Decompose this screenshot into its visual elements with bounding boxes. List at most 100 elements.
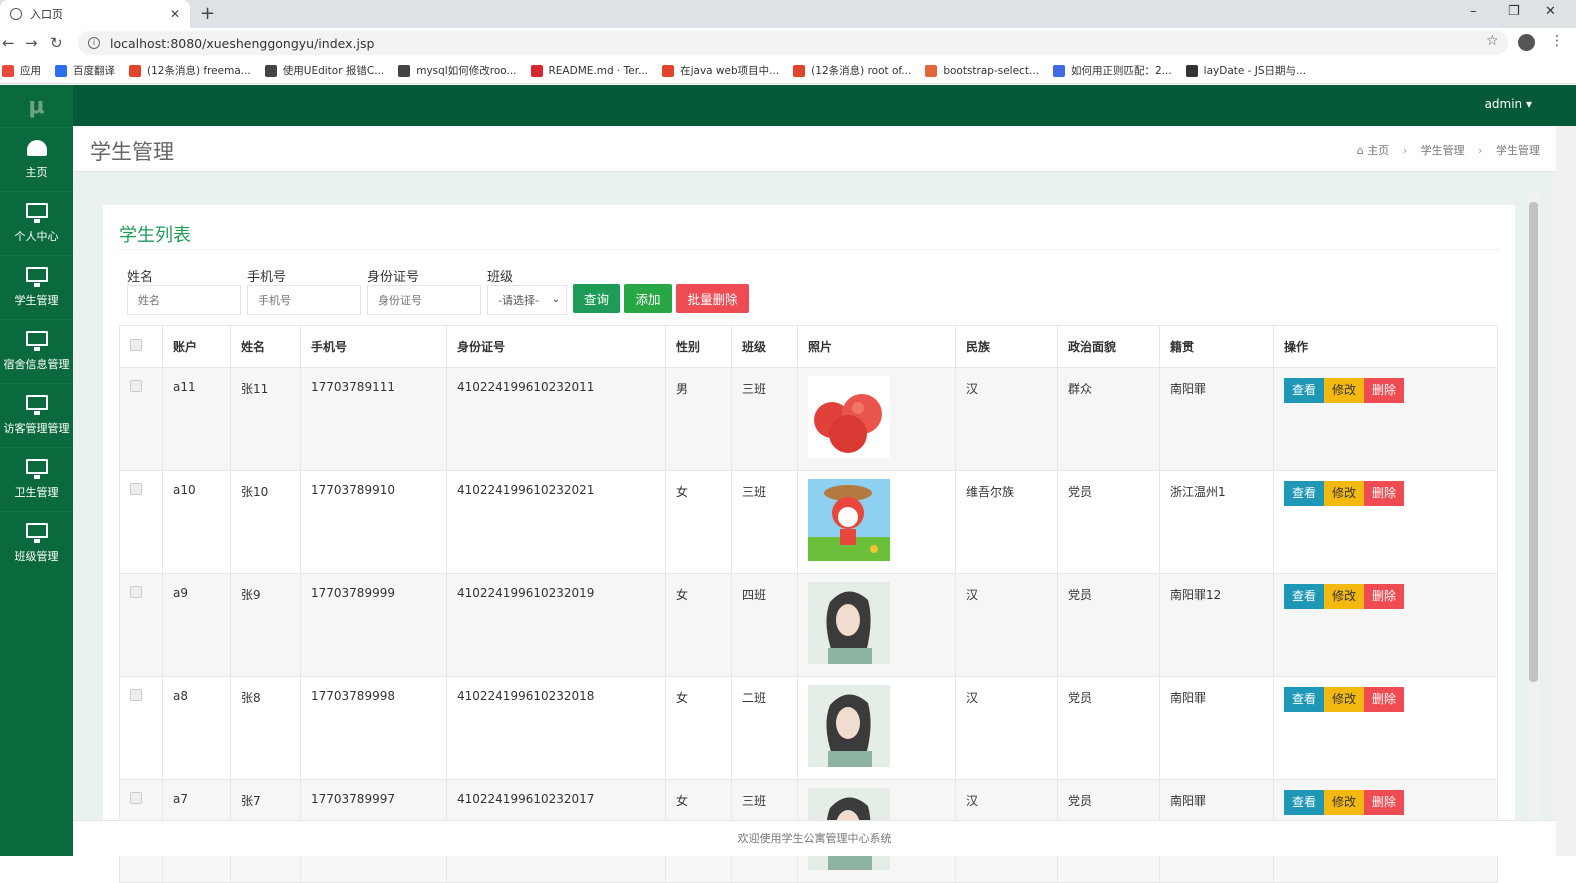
checkbox-cell xyxy=(119,676,163,780)
cell-political: 党员 xyxy=(1057,573,1160,677)
name-input[interactable] xyxy=(127,285,241,315)
bookmark-item[interactable]: 百度翻译 xyxy=(55,63,115,78)
delete-button[interactable]: 删除 xyxy=(1364,481,1405,506)
bookmark-label: 如何用正则匹配：2... xyxy=(1070,65,1172,77)
row-checkbox[interactable] xyxy=(130,586,142,598)
row-checkbox[interactable] xyxy=(130,483,142,495)
content-scrollbar-thumb[interactable] xyxy=(1529,202,1538,682)
bookmark-item[interactable]: 在java web项目中... xyxy=(662,63,779,78)
tab-title: 入口页 xyxy=(30,8,63,21)
profile-avatar-icon[interactable] xyxy=(1518,34,1535,51)
column-header: 账户 xyxy=(162,325,231,368)
monitor-icon xyxy=(25,523,48,543)
table-row: a10 张10 17703789910 410224199610232021 女三班 维吾… xyxy=(119,470,1498,574)
page-scrollbar[interactable] xyxy=(1556,126,1576,856)
batch-delete-button[interactable]: 批量删除 xyxy=(676,284,749,313)
monitor-icon xyxy=(25,331,48,351)
bookmark-favicon-icon xyxy=(925,64,938,77)
phone-input[interactable] xyxy=(247,285,361,315)
view-button[interactable]: 查看 xyxy=(1284,687,1325,712)
footer: 欢迎使用学生公寓管理中心系统 xyxy=(73,820,1556,856)
breadcrumb-module[interactable]: 学生管理 xyxy=(1421,144,1465,157)
breadcrumb: ⌂ 主页 › 学生管理 › 学生管理 xyxy=(1356,144,1540,157)
edit-button[interactable]: 修改 xyxy=(1324,378,1365,403)
new-tab-button[interactable]: + xyxy=(200,3,215,24)
portrait-photo xyxy=(808,582,890,664)
tab-close-icon[interactable]: ✕ xyxy=(170,7,180,21)
cell-id: 410224199610232021 xyxy=(446,470,666,574)
bookmark-item[interactable]: bootstrap-select... xyxy=(925,64,1039,77)
column-header: 身份证号 xyxy=(446,325,666,368)
sidebar-item-3[interactable]: 宿舍信息管理 xyxy=(0,319,73,383)
user-menu[interactable]: admin ▾ xyxy=(1485,97,1532,111)
bookmark-item[interactable]: mysql如何修改roo... xyxy=(398,63,517,78)
sidebar-item-label: 个人中心 xyxy=(14,230,59,243)
cell-ethnic: 汉 xyxy=(955,573,1058,677)
view-button[interactable]: 查看 xyxy=(1284,790,1325,815)
row-checkbox[interactable] xyxy=(130,689,142,701)
delete-button[interactable]: 删除 xyxy=(1364,584,1405,609)
window-close-icon[interactable]: ✕ xyxy=(1545,4,1556,19)
view-button[interactable]: 查看 xyxy=(1284,481,1325,506)
sidebar-item-0[interactable]: 主页 xyxy=(0,127,73,191)
edit-button[interactable]: 修改 xyxy=(1324,584,1365,609)
sidebar: μ 主页 个人中心 学生管理 宿舍信息管理 访客管理管理 卫生管理 班级管理 xyxy=(0,85,73,856)
add-button[interactable]: 添加 xyxy=(624,284,672,313)
bookmark-item[interactable]: (12条消息) root of... xyxy=(793,63,911,78)
cell-class: 三班 xyxy=(731,470,798,574)
view-button[interactable]: 查看 xyxy=(1284,378,1325,403)
bookmark-item[interactable]: 使用UEditor 报错C... xyxy=(264,63,384,78)
cell-photo xyxy=(797,573,956,677)
minimize-icon[interactable]: – xyxy=(1470,4,1477,19)
restore-icon[interactable]: ❐ xyxy=(1508,4,1520,19)
bookmark-favicon-icon xyxy=(1052,64,1065,77)
browser-tab[interactable]: 入口页 ✕ xyxy=(0,0,190,28)
select-all-checkbox[interactable] xyxy=(130,339,142,351)
bookmark-item[interactable]: README.md · Ter... xyxy=(530,64,648,77)
home-icon: ⌂ xyxy=(1356,144,1364,157)
row-checkbox[interactable] xyxy=(130,792,142,804)
sidebar-item-6[interactable]: 班级管理 xyxy=(0,511,73,575)
edit-button[interactable]: 修改 xyxy=(1324,481,1365,506)
delete-button[interactable]: 删除 xyxy=(1364,378,1405,403)
sidebar-item-2[interactable]: 学生管理 xyxy=(0,255,73,319)
edit-button[interactable]: 修改 xyxy=(1324,687,1365,712)
sidebar-item-4[interactable]: 访客管理管理 xyxy=(0,383,73,447)
bookmark-item[interactable]: 应用 xyxy=(2,63,41,78)
bookmark-label: 在java web项目中... xyxy=(680,65,780,77)
bookmark-star-icon[interactable]: ☆ xyxy=(1486,33,1499,49)
sidebar-item-label: 卫生管理 xyxy=(14,486,59,499)
forward-icon[interactable]: → xyxy=(25,34,38,52)
row-checkbox[interactable] xyxy=(130,380,142,392)
bookmark-label: layDate - JS日期与... xyxy=(1203,65,1307,77)
topbar: admin ▾ xyxy=(73,85,1576,126)
sidebar-item-5[interactable]: 卫生管理 xyxy=(0,447,73,511)
cell-id: 410224199610232011 xyxy=(446,367,666,471)
edit-button[interactable]: 修改 xyxy=(1324,790,1365,815)
view-button[interactable]: 查看 xyxy=(1284,584,1325,609)
id-input[interactable] xyxy=(367,285,481,315)
sidebar-item-label: 访客管理管理 xyxy=(3,422,70,435)
reload-icon[interactable]: ↻ xyxy=(50,34,63,52)
monitor-icon xyxy=(25,459,48,479)
browser-tabbar: 入口页 ✕ + – ❐ ✕ xyxy=(0,0,1576,28)
back-icon[interactable]: ← xyxy=(2,34,15,52)
bookmark-favicon-icon xyxy=(398,64,411,77)
delete-button[interactable]: 删除 xyxy=(1364,687,1405,712)
column-header: 班级 xyxy=(731,325,798,368)
cell-ethnic: 汉 xyxy=(955,367,1058,471)
bookmark-item[interactable]: layDate - JS日期与... xyxy=(1185,63,1307,78)
info-icon[interactable]: i xyxy=(88,37,100,49)
url-field[interactable]: i localhost:8080/xueshenggongyu/index.js… xyxy=(78,31,1508,55)
delete-button[interactable]: 删除 xyxy=(1364,790,1405,815)
bookmark-item[interactable]: 如何用正则匹配：2... xyxy=(1052,63,1172,78)
sidebar-item-1[interactable]: 个人中心 xyxy=(0,191,73,255)
phone-label: 手机号 xyxy=(247,270,287,285)
query-button[interactable]: 查询 xyxy=(573,284,620,313)
bookmark-item[interactable]: (12条消息) freema... xyxy=(129,63,251,78)
bookmark-label: 百度翻译 xyxy=(73,65,115,77)
menu-kebab-icon[interactable]: ⋮ xyxy=(1550,33,1564,49)
bookmark-label: (12条消息) freema... xyxy=(147,65,251,77)
breadcrumb-home[interactable]: 主页 xyxy=(1367,144,1389,157)
class-select[interactable]: -请选择- ⌄ xyxy=(487,285,567,315)
